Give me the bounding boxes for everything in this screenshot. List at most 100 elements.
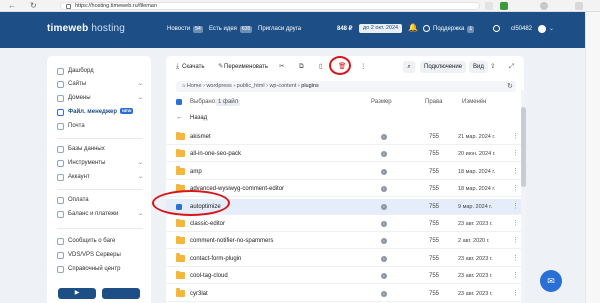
column-permissions[interactable]: Права [425, 97, 442, 108]
breadcrumb-home[interactable]: Home [187, 83, 202, 89]
sidebar-item-database[interactable]: Базы данных [57, 144, 147, 155]
connect-button[interactable]: Подключение [420, 61, 467, 73]
info-icon[interactable]: i [381, 290, 387, 297]
more-vertical-icon[interactable]: ⋮ [512, 164, 519, 180]
sidebar-item-payment[interactable]: Оплата [57, 195, 147, 206]
menu-icon[interactable] [575, 2, 583, 10]
info-icon[interactable]: i [381, 134, 387, 140]
account-chevron-icon[interactable]: ⌄ [549, 25, 554, 33]
delete-button[interactable]: 🗑 [338, 62, 346, 72]
app-store-button[interactable] [102, 288, 140, 299]
more-vertical-icon[interactable]: ⋮ [512, 233, 519, 249]
breadcrumb-item[interactable]: wp-content [269, 83, 296, 89]
fullscreen-button[interactable]: ⤢ [509, 62, 515, 72]
table-row[interactable]: classic-editor i 755 23 авг. 2023 г. ⋮ [166, 216, 521, 232]
scrollbar-thumb[interactable] [521, 107, 526, 187]
balance[interactable]: 848 ₽ [337, 25, 353, 33]
help-icon[interactable] [493, 25, 500, 32]
more-actions-button[interactable]: ⋮ [360, 62, 367, 72]
column-changed[interactable]: Изменён [462, 97, 487, 108]
file-name[interactable]: akismet [190, 129, 211, 145]
support-chevron-icon[interactable]: ⌄ [468, 25, 473, 33]
table-row[interactable]: cool-tag-cloud i 755 23 авг. 2023 г. ⋮ [166, 268, 521, 285]
paste-button[interactable]: ▯ [319, 62, 325, 72]
select-all-checkbox[interactable] [176, 99, 182, 105]
more-vertical-icon[interactable]: ⋮ [512, 216, 519, 232]
divider [57, 228, 143, 229]
idea-link[interactable]: Есть идея 635 [209, 25, 253, 33]
breadcrumb-item[interactable]: public_html [237, 83, 265, 89]
sidebar-item-tools[interactable]: Инструменты ⌄ [57, 158, 147, 169]
sidebar-item-bug-report[interactable]: Сообщить о баге [57, 236, 147, 247]
table-row[interactable]: contact-form-plugin i 755 23 авг. 2023 г. ⋮ [166, 251, 521, 267]
file-name[interactable]: classic-editor [190, 216, 225, 232]
file-name[interactable]: comment-notifier-no-spammers [190, 233, 273, 249]
info-icon[interactable]: i [381, 221, 387, 227]
google-play-button[interactable]: ▶ [58, 288, 96, 299]
more-vertical-icon[interactable]: ⋮ [512, 146, 519, 162]
chat-button[interactable]: ✉ [540, 270, 562, 292]
home-icon[interactable]: ⌂ [182, 83, 185, 89]
info-icon[interactable]: i [381, 151, 387, 158]
info-icon[interactable]: i [381, 203, 387, 210]
file-name[interactable]: cyr3lat [190, 286, 208, 302]
info-icon[interactable]: i [381, 168, 387, 175]
sidebar-item-sites[interactable]: Сайты ⌄ [57, 79, 147, 90]
news-link[interactable]: Новости 54 [167, 25, 203, 33]
sidebar-item-vds[interactable]: VDS/VPS Серверы [57, 250, 147, 261]
rename-button[interactable]: ✎Переименовать [218, 62, 268, 72]
star-icon[interactable] [485, 2, 493, 10]
sidebar-item-mail[interactable]: Почта [57, 121, 147, 132]
sidebar-item-domains[interactable]: Домены ⌄ [57, 93, 147, 104]
account-name[interactable]: cl50482 [511, 25, 532, 33]
table-row[interactable]: cyr3lat i 755 23 авг. 2023 г. ⋮ [166, 286, 521, 302]
table-row[interactable]: amp i 755 18 мар. 2024 г. ⋮ [166, 164, 521, 180]
back-label: Назад [190, 115, 208, 121]
sites-icon [57, 81, 64, 88]
more-vertical-icon[interactable]: ⋮ [512, 199, 519, 215]
address-bar[interactable]: https://hosting.timeweb.ru/fileman [60, 2, 480, 10]
info-icon[interactable]: i [381, 255, 387, 262]
file-name[interactable]: all-in-one-seo-pack [190, 146, 241, 162]
download-button[interactable]: ⤓ Скачать [176, 62, 205, 72]
refresh-icon[interactable]: ↻ [30, 1, 37, 11]
cut-button[interactable]: ✂ [279, 62, 285, 72]
info-icon[interactable]: i [381, 273, 387, 280]
back-row[interactable]: ← Назад [166, 110, 521, 126]
view-button[interactable]: Вид [469, 61, 488, 73]
extension-icon[interactable] [500, 2, 508, 10]
sidebar-item-account[interactable]: Аккаунт ⌄ [57, 172, 147, 183]
breadcrumb-item[interactable]: wordpress [206, 83, 231, 89]
table-row[interactable]: comment-notifier-no-spammers i 755 2 авг. 2… [166, 233, 521, 250]
bell-icon[interactable]: 🔔 [408, 23, 418, 33]
more-vertical-icon[interactable]: ⋮ [512, 181, 519, 197]
more-vertical-icon[interactable]: ⋮ [512, 268, 519, 284]
info-icon[interactable]: i [381, 238, 387, 245]
copy-button[interactable]: ⧉ [299, 62, 305, 72]
info-icon[interactable]: i [381, 186, 387, 193]
more-vertical-icon[interactable]: ⋮ [512, 251, 519, 267]
sidebar-item-file-manager[interactable]: Файл. менеджер NEW [57, 107, 147, 118]
table-row[interactable]: akismet i 755 21 мар. 2024 г. ⋮ [166, 129, 521, 145]
sidebar-item-help-center[interactable]: Справочный центр [57, 264, 147, 275]
table-row[interactable]: all-in-one-seo-pack i 755 20 июн. 2024 г. ⋮ [166, 146, 521, 163]
file-name[interactable]: contact-form-plugin [190, 251, 241, 267]
column-size[interactable]: Размер [371, 97, 392, 108]
idea-badge: 635 [239, 26, 253, 33]
file-name[interactable]: amp [190, 164, 202, 180]
refresh-icon[interactable]: ↻ [507, 81, 513, 92]
headset-icon[interactable] [423, 25, 430, 32]
upload-button[interactable]: ⇪ [490, 62, 496, 72]
folder-icon [176, 166, 185, 175]
more-vertical-icon[interactable]: ⋮ [512, 286, 519, 302]
sidebar-item-balance[interactable]: Баланс и платежи ⌄ [57, 209, 147, 220]
profile-icon[interactable] [540, 2, 548, 10]
avatar[interactable] [538, 25, 546, 33]
file-name[interactable]: cool-tag-cloud [190, 268, 228, 284]
search-button[interactable]: ⌕ [403, 61, 415, 73]
more-vertical-icon[interactable]: ⋮ [512, 129, 519, 145]
logo[interactable]: timeweb hosting [47, 23, 125, 35]
invite-link[interactable]: Пригласи друга [258, 25, 301, 33]
sidebar-item-dashboard[interactable]: Дашборд [57, 66, 147, 77]
back-icon[interactable]: ← [8, 1, 16, 11]
